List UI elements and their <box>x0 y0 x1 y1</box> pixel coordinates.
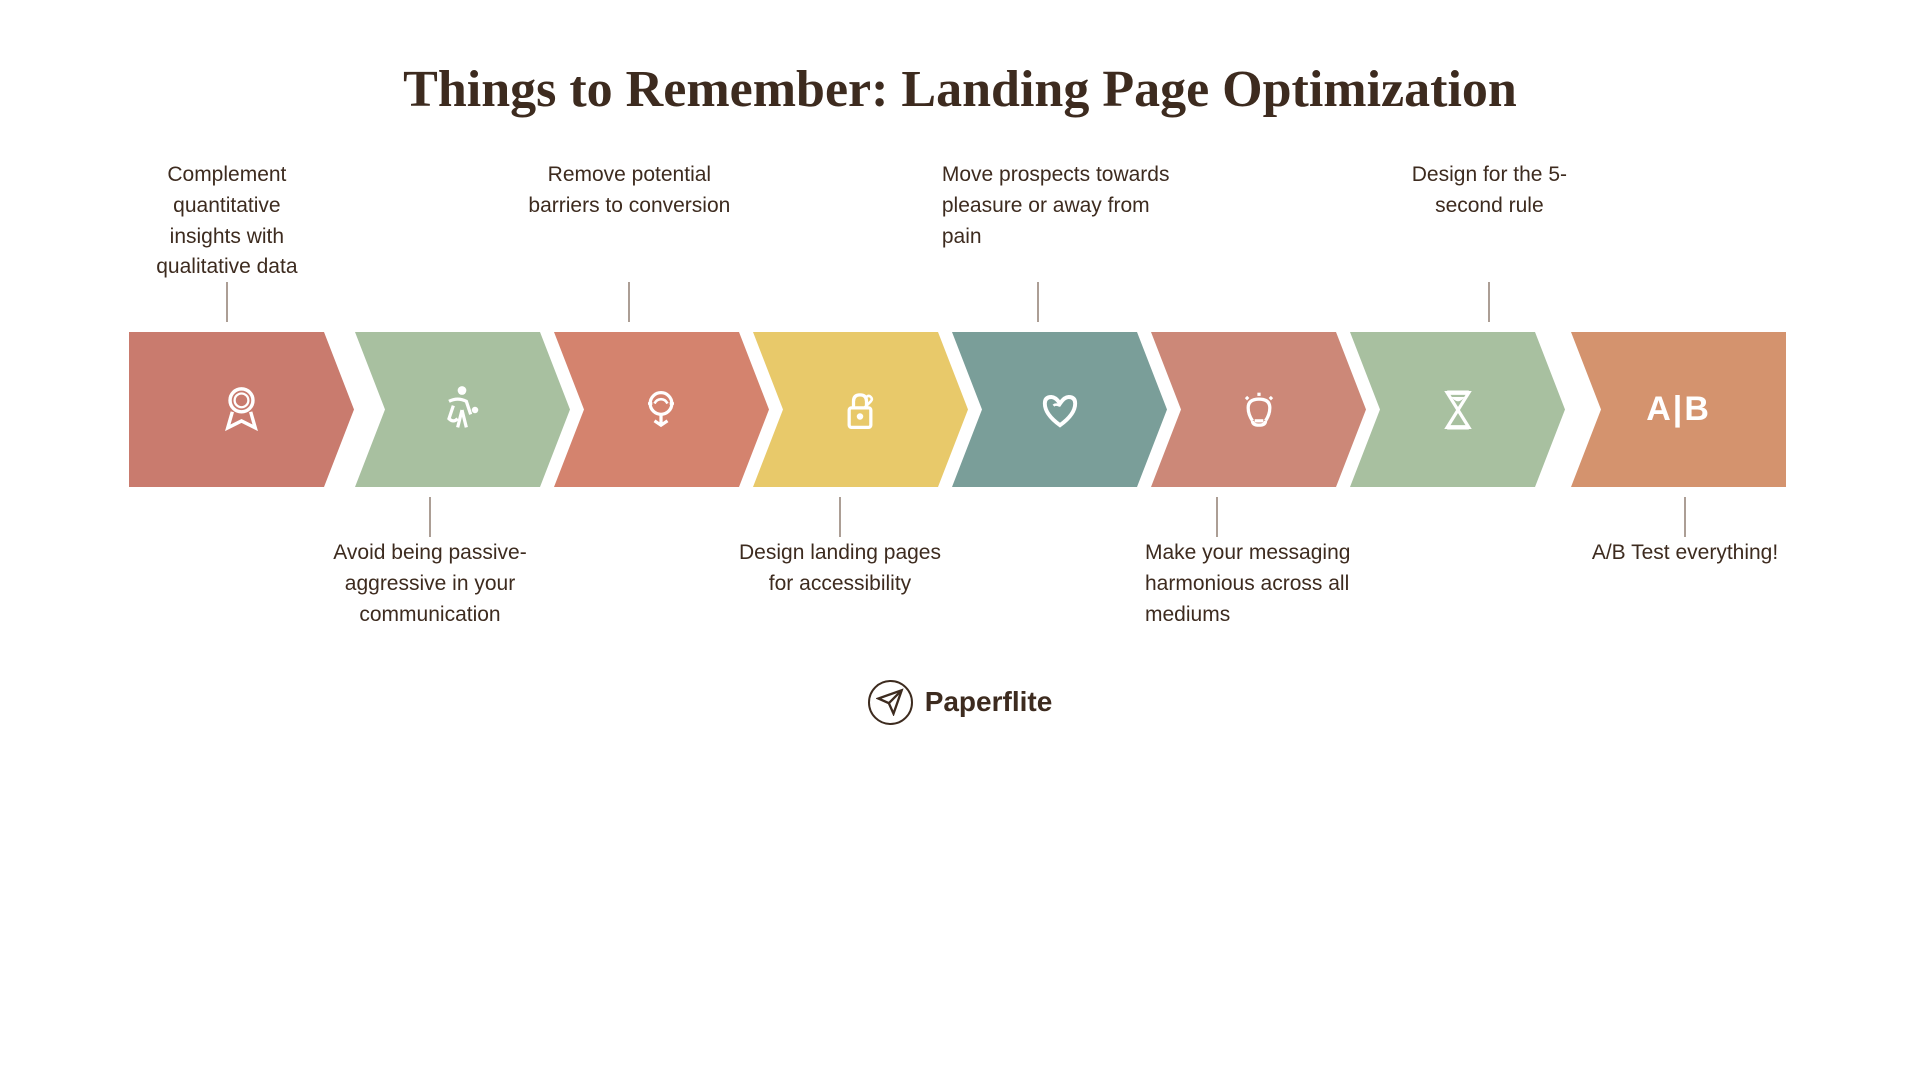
top-labels-row: Complement quantitative insights with qu… <box>110 159 1810 322</box>
bottom-label-2: Avoid being passive-aggressive in your c… <box>325 497 535 629</box>
chevron-2 <box>353 332 572 487</box>
chevron-8: A|B <box>1547 332 1810 487</box>
chevron-5 <box>950 332 1169 487</box>
bottom-label-6: Make your messaging harmonious across al… <box>1145 497 1385 629</box>
bottom-label-2-text: Avoid being passive-aggressive in your c… <box>333 541 526 626</box>
chevron-4-icon <box>834 384 886 436</box>
chevron-5-icon <box>1034 384 1086 436</box>
chevron-2-icon <box>436 384 488 436</box>
bottom-label-6-text: Make your messaging harmonious across al… <box>1145 541 1350 626</box>
chevron-7-icon <box>1432 384 1484 436</box>
chevrons-row: A|B <box>110 332 1810 487</box>
connector-1 <box>226 282 227 322</box>
page-title: Things to Remember: Landing Page Optimiz… <box>403 60 1517 119</box>
top-label-7-text: Design for the 5-second rule <box>1412 163 1567 217</box>
connector-b2 <box>430 497 431 537</box>
top-label-3: Remove potential barriers to conversion <box>524 159 734 322</box>
chevron-1 <box>110 332 373 487</box>
chevron-6-icon <box>1233 384 1285 436</box>
bottom-label-4: Design landing pages for accessibility <box>735 497 945 629</box>
logo-text: Paperflite <box>925 686 1053 718</box>
chevron-6 <box>1149 332 1368 487</box>
logo-area: Paperflite <box>868 680 1053 725</box>
top-label-5-text: Move prospects towards pleasure or away … <box>942 163 1170 248</box>
bottom-label-4-text: Design landing pages for accessibility <box>739 541 941 595</box>
connector-b8 <box>1685 497 1686 537</box>
top-label-3-text: Remove potential barriers to conversion <box>528 163 730 217</box>
top-label-7: Design for the 5-second rule <box>1389 159 1589 322</box>
connector-5 <box>1037 282 1038 322</box>
connector-b4 <box>840 497 841 537</box>
top-label-5: Move prospects towards pleasure or away … <box>942 159 1182 322</box>
chevron-4 <box>751 332 970 487</box>
bottom-labels-row: Avoid being passive-aggressive in your c… <box>110 497 1810 629</box>
chevron-3 <box>552 332 771 487</box>
logo-icon <box>868 680 913 725</box>
connector-3 <box>629 282 630 322</box>
top-label-1-text: Complement quantitative insights with qu… <box>156 163 297 278</box>
chevron-8-icon: A|B <box>1646 390 1711 429</box>
ab-text: A|B <box>1646 390 1711 429</box>
connector-b6 <box>1217 497 1218 537</box>
chevron-3-icon <box>635 384 687 436</box>
chevron-7 <box>1348 332 1567 487</box>
chevron-1-icon <box>214 382 269 437</box>
diagram-container: Complement quantitative insights with qu… <box>110 159 1810 630</box>
connector-7 <box>1489 282 1490 322</box>
top-label-1: Complement quantitative insights with qu… <box>137 159 317 322</box>
bottom-label-8-text: A/B Test everything! <box>1592 541 1778 564</box>
bottom-label-8: A/B Test everything! <box>1585 497 1785 629</box>
